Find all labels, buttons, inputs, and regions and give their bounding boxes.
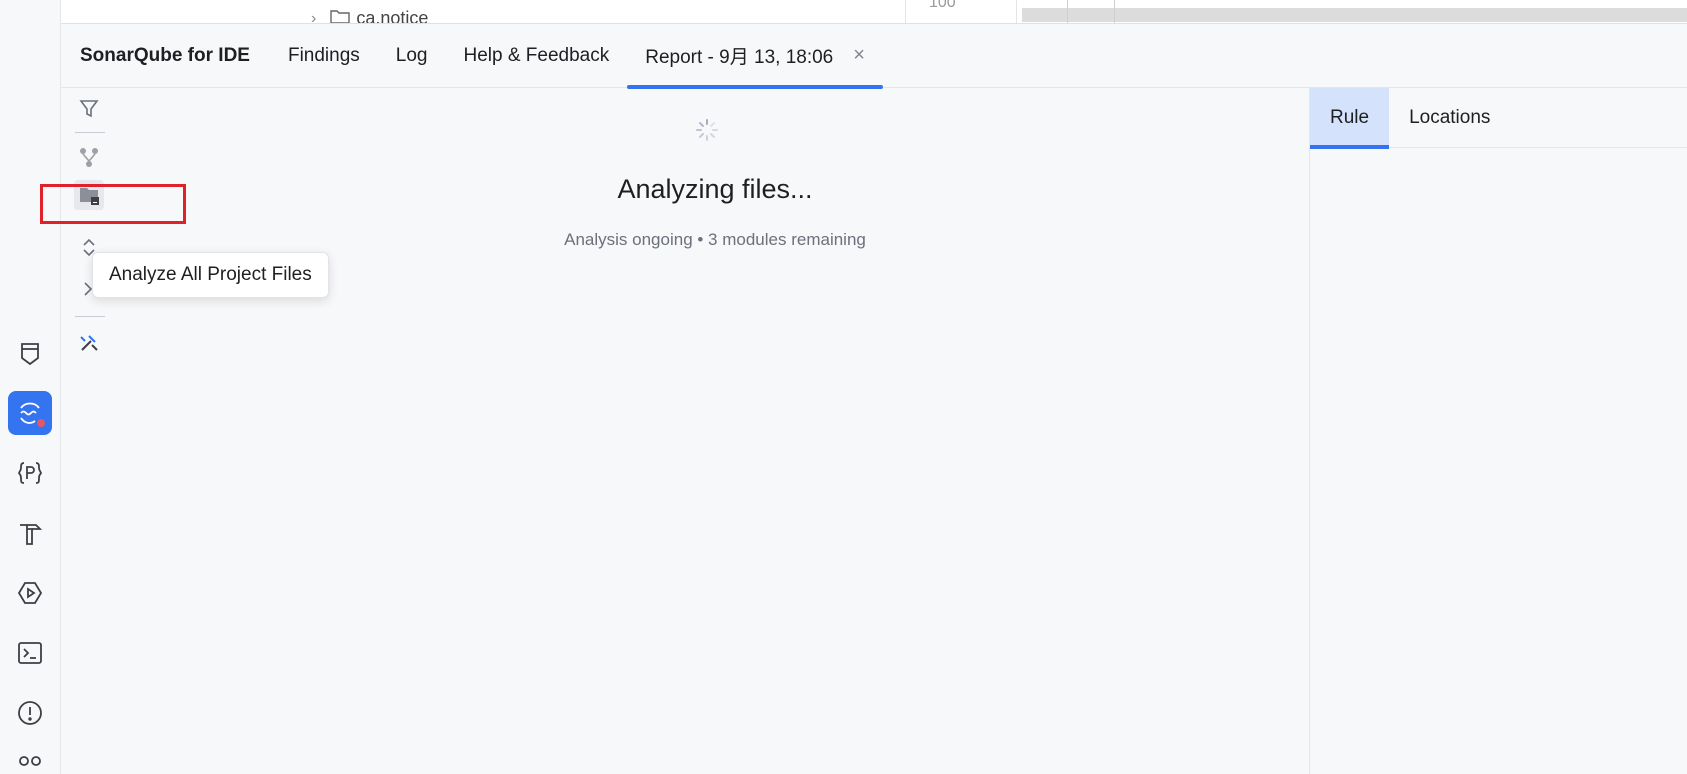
line-number: 100: [929, 0, 956, 11]
tab-label: Rule: [1330, 107, 1370, 128]
notification-dot: [36, 418, 46, 428]
folder-name: ca.notice: [356, 8, 429, 24]
gutter-divider: [905, 0, 906, 23]
loading-spinner-icon: [695, 118, 719, 142]
git-icon[interactable]: [8, 745, 52, 774]
branch-icon[interactable]: [74, 142, 104, 172]
tab-label: Findings: [287, 44, 360, 66]
tab-findings[interactable]: Findings: [270, 24, 378, 88]
terminal-icon[interactable]: [8, 631, 52, 675]
folder-icon: [330, 8, 351, 23]
toolbar-separator: [75, 132, 105, 133]
gutter-divider: [1016, 0, 1017, 23]
toolbar-separator: [75, 316, 105, 317]
left-tool-strip: [0, 0, 61, 774]
code-highlight-band: [1022, 8, 1687, 22]
tab-help-feedback[interactable]: Help & Feedback: [446, 24, 628, 88]
analyzing-title: Analyzing files...: [617, 174, 813, 204]
bookmark-icon[interactable]: [8, 331, 52, 375]
tool-window-header: SonarQube for IDE Findings Log Help & Fe…: [61, 24, 1687, 89]
tool-window-title: SonarQube for IDE: [80, 44, 250, 66]
findings-area: Analyzing files... Analysis ongoing • 3 …: [121, 88, 1309, 774]
indent-guide: [1114, 0, 1115, 23]
tab-label: Locations: [1409, 107, 1491, 128]
tab-label: Log: [395, 44, 428, 66]
close-icon[interactable]: ×: [853, 44, 865, 67]
tab-locations[interactable]: Locations: [1389, 88, 1510, 148]
tab-log[interactable]: Log: [378, 24, 446, 88]
chevron-right-icon: ›: [311, 9, 317, 24]
project-tree-row[interactable]: › ca.notice: [311, 8, 429, 24]
indent-guide: [1067, 0, 1068, 23]
build-hammer-icon[interactable]: [8, 511, 52, 555]
analysis-status: Analysis ongoing • 3 modules remaining: [564, 230, 866, 249]
problems-icon[interactable]: [8, 691, 52, 735]
editor-background: › ca.notice 100: [61, 0, 1687, 24]
json-p-icon[interactable]: [8, 451, 52, 495]
sonarqube-icon[interactable]: [8, 391, 52, 435]
tab-label: Report - 9月 13, 18:06: [645, 47, 834, 68]
run-services-icon[interactable]: [8, 571, 52, 615]
filter-icon[interactable]: [74, 94, 104, 124]
tab-report[interactable]: Report - 9月 13, 18:06 ×: [627, 24, 883, 89]
tools-icon[interactable]: [74, 328, 104, 358]
tab-label: Help & Feedback: [463, 44, 610, 66]
tab-rule[interactable]: Rule: [1310, 88, 1390, 149]
details-panel: Rule Locations: [1309, 88, 1687, 774]
details-tabs: Rule Locations: [1310, 88, 1687, 149]
